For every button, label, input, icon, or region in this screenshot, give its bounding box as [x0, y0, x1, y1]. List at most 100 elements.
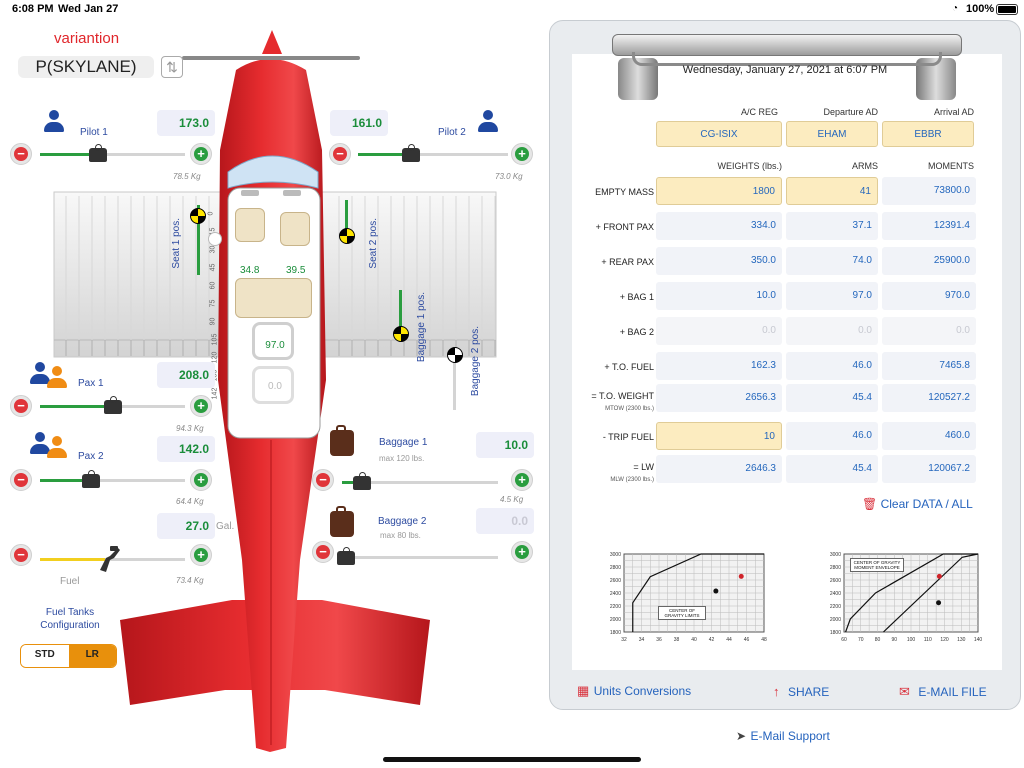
baggage2-weight-field[interactable]: 0.0 — [476, 508, 534, 534]
loadsheet-date: Wednesday, January 27, 2021 at 6:07 PM — [682, 64, 888, 76]
x-tick-label: 130 — [957, 637, 966, 643]
seat2-position-label: Seat 2 pos. — [368, 218, 379, 269]
baggage2-slider-knob[interactable] — [337, 547, 355, 565]
moment-cell: 7465.8 — [882, 352, 976, 380]
home-indicator — [383, 757, 641, 762]
header-departure: Departure AD — [823, 107, 878, 117]
x-tick-label: 80 — [875, 637, 881, 643]
baggage1-arm: 97.0 — [265, 340, 285, 351]
pilot2-slider[interactable] — [358, 153, 508, 156]
bag2-cg-marker[interactable] — [447, 347, 463, 363]
row-label: - TRIP FUEL — [602, 432, 654, 442]
cg-point — [936, 600, 942, 606]
pilot2-minus-button[interactable]: − — [329, 143, 351, 165]
pax2-plus-button[interactable]: + — [190, 469, 212, 491]
bag2-position-label: Baggage 2 pos. — [470, 326, 481, 397]
pax2-kg: 64.4 Kg — [176, 497, 204, 506]
moment-cell: 120067.2 — [882, 455, 976, 483]
pax1-weight-field[interactable]: 208.0 — [157, 362, 215, 388]
email-file-button[interactable]: ✉ E-MAIL FILE — [899, 683, 987, 701]
x-tick-label: 42 — [709, 637, 715, 643]
x-tick-label: 38 — [674, 637, 680, 643]
row-label: = T.O. WEIGHT — [591, 391, 654, 401]
bag1-position-label: Baggage 1 pos. — [416, 292, 427, 363]
baggage1-slider-knob[interactable] — [352, 472, 371, 490]
reg-field[interactable]: CG-ISIX — [656, 121, 782, 147]
tank-option-lr[interactable]: LR — [68, 645, 116, 667]
fuel-tanks-toggle[interactable]: STD LR — [20, 644, 117, 668]
ruler-tick: 45 — [209, 263, 217, 272]
ruler-tick: 90 — [209, 317, 217, 326]
arrival-field[interactable]: EBBR — [882, 121, 974, 147]
pax2-slider[interactable] — [40, 479, 185, 482]
pilot2-slider-knob[interactable] — [401, 144, 420, 162]
x-tick-label: 40 — [691, 637, 697, 643]
ruler-tick: 0 — [207, 211, 215, 216]
arm-cell: 45.4 — [786, 384, 878, 412]
fuel-minus-button[interactable]: − — [10, 544, 32, 566]
row-label: + BAG 1 — [619, 292, 654, 302]
pilot1-weight-field[interactable]: 173.0 — [157, 110, 215, 136]
clear-data-button[interactable]: 🗑 Clear DATA / ALL — [862, 497, 973, 511]
baggage2-plus-button[interactable]: + — [511, 541, 533, 563]
swap-icon[interactable]: ⇅ — [161, 56, 183, 78]
y-tick-label: 1800 — [830, 630, 841, 636]
header-reg: A/C REG — [740, 107, 778, 117]
aircraft-selector[interactable]: P(SKYLANE) — [18, 56, 154, 78]
arm-cell[interactable]: 41 — [786, 177, 878, 205]
pax1-slider-knob[interactable] — [103, 396, 122, 414]
baggage2-slider[interactable] — [342, 556, 498, 559]
pilot1-slider[interactable] — [40, 153, 185, 156]
arm-cell: 74.0 — [786, 247, 878, 275]
baggage2-minus-button[interactable]: − — [312, 541, 334, 563]
y-tick-label: 3000 — [830, 552, 841, 558]
baggage2-arm: 0.0 — [268, 381, 282, 392]
pilot2-weight-field[interactable]: 161.0 — [330, 110, 388, 136]
pilot1-minus-button[interactable]: − — [10, 143, 32, 165]
pax2-minus-button[interactable]: − — [10, 469, 32, 491]
pilot2-plus-button[interactable]: + — [511, 143, 533, 165]
baggage1-plus-button[interactable]: + — [511, 469, 533, 491]
share-button[interactable]: ↑ SHARE — [773, 683, 829, 701]
tank-option-std[interactable]: STD — [21, 645, 69, 667]
cg-point — [738, 573, 744, 579]
x-tick-label: 70 — [858, 637, 864, 643]
front-seat-left[interactable] — [235, 208, 265, 242]
arm-cell: 97.0 — [786, 282, 878, 310]
weight-cell: 162.3 — [656, 352, 782, 380]
seat1-handle[interactable] — [208, 232, 222, 246]
pax2-weight-field[interactable]: 142.0 — [157, 436, 215, 462]
seat1-cg-marker[interactable] — [190, 208, 206, 224]
pax1-plus-button[interactable]: + — [190, 395, 212, 417]
fuel-field[interactable]: 27.0 — [157, 513, 215, 539]
email-support-button[interactable]: ➤ E-Mail Support — [736, 727, 830, 745]
units-conversions-button[interactable]: ▦ Units Conversions — [577, 682, 691, 700]
x-tick-label: 120 — [940, 637, 949, 643]
cg-point — [713, 588, 719, 594]
fuel-label: Fuel — [60, 576, 80, 587]
header-weights: WEIGHTS (lbs.) — [717, 161, 783, 171]
bag1-cg-marker[interactable] — [393, 326, 409, 342]
fuel-kg: 73.4 Kg — [176, 576, 204, 585]
fuel-nozzle-icon[interactable] — [96, 544, 122, 574]
pax1-minus-button[interactable]: − — [10, 395, 32, 417]
pilot1-slider-knob[interactable] — [89, 144, 107, 162]
pilot1-plus-button[interactable]: + — [190, 143, 212, 165]
baggage1-weight-field[interactable]: 10.0 — [476, 432, 534, 458]
seat2-cg-marker[interactable] — [339, 228, 355, 244]
row-label: + FRONT PAX — [595, 222, 654, 232]
baggage1-minus-button[interactable]: − — [312, 469, 334, 491]
pax2-label: Pax 2 — [78, 451, 104, 462]
pilot1-kg: 78.5 Kg — [173, 172, 201, 181]
rear-bench[interactable] — [235, 278, 312, 318]
moment-cell: 970.0 — [882, 282, 976, 310]
front-seat-right[interactable] — [280, 212, 310, 246]
weight-cell[interactable]: 1800 — [656, 177, 782, 205]
departure-field[interactable]: EHAM — [786, 121, 878, 147]
trash-icon: 🗑 — [862, 497, 878, 511]
weight-cell[interactable]: 10 — [656, 422, 782, 450]
pax2-slider-knob[interactable] — [81, 470, 100, 488]
fuel-plus-button[interactable]: + — [190, 544, 212, 566]
rear-arm-value: 39.5 — [286, 265, 306, 276]
x-tick-label: 44 — [726, 637, 732, 643]
